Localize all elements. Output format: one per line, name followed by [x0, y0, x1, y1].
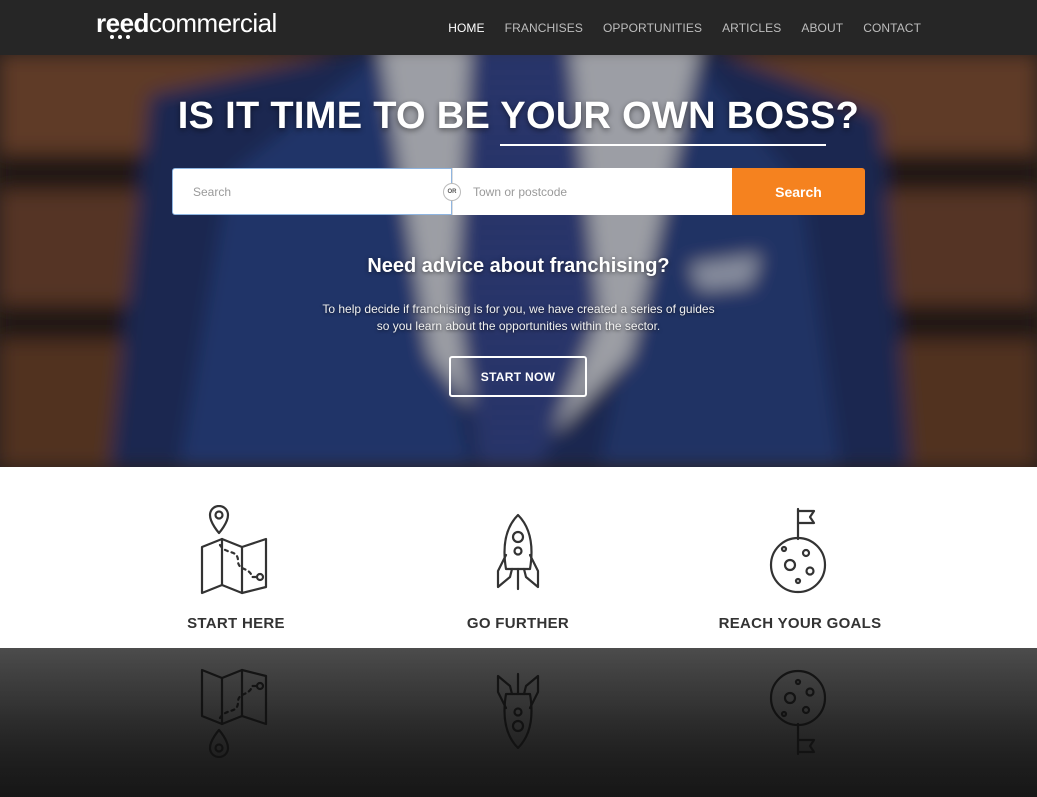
search-button[interactable]: Search [732, 168, 865, 215]
feature-label-start-here: START HERE [187, 615, 285, 632]
nav-contact[interactable]: CONTACT [863, 21, 921, 35]
reedcommercial-logo[interactable]: reedcommercial [96, 10, 277, 40]
town-postcode-input[interactable] [452, 168, 732, 215]
reflection-fade [0, 648, 1037, 797]
logo-text-light: commercial [148, 8, 277, 38]
nav-articles[interactable]: ARTICLES [722, 21, 781, 35]
nav-franchises[interactable]: FRANCHISES [505, 21, 583, 35]
logo-dots-icon [110, 35, 134, 40]
search-bar: OR Search [172, 168, 865, 215]
feature-label-go-further: GO FURTHER [466, 615, 570, 632]
nav-opportunities[interactable]: OPPORTUNITIES [603, 21, 702, 35]
nav-home[interactable]: HOME [448, 21, 484, 35]
rocket-icon [496, 513, 540, 591]
title-underline [500, 144, 826, 146]
feature-label-reach-your-goals: REACH YOUR GOALS [718, 615, 882, 632]
nav-about[interactable]: ABOUT [801, 21, 843, 35]
advice-heading: Need advice about franchising? [367, 255, 670, 277]
advice-line-2: so you learn about the opportunities wit… [376, 319, 661, 333]
map-pin-icon [200, 505, 268, 595]
advice-description: To help decide if franchising is for you… [0, 301, 1037, 335]
moon-flag-icon [769, 507, 827, 594]
hero-section: IS IT TIME TO BE YOUR OWN BOSS? OR Searc… [0, 55, 1037, 467]
main-nav: HOME FRANCHISES OPPORTUNITIES ARTICLES A… [448, 0, 921, 55]
logo-text-bold: reed [96, 8, 149, 38]
features-section: START HERE GO FURTHER REACH YOUR GOALS [0, 467, 1037, 648]
search-input[interactable] [172, 168, 452, 215]
features-reflection: START HERE GO FURTHER [0, 648, 1037, 797]
or-badge: OR [443, 183, 461, 201]
hero-title: IS IT TIME TO BE YOUR OWN BOSS? [177, 95, 860, 137]
site-header: reedcommercial HOME FRANCHISES OPPORTUNI… [0, 0, 1037, 55]
start-now-button[interactable]: START NOW [449, 356, 587, 397]
advice-line-1: To help decide if franchising is for you… [322, 302, 715, 316]
